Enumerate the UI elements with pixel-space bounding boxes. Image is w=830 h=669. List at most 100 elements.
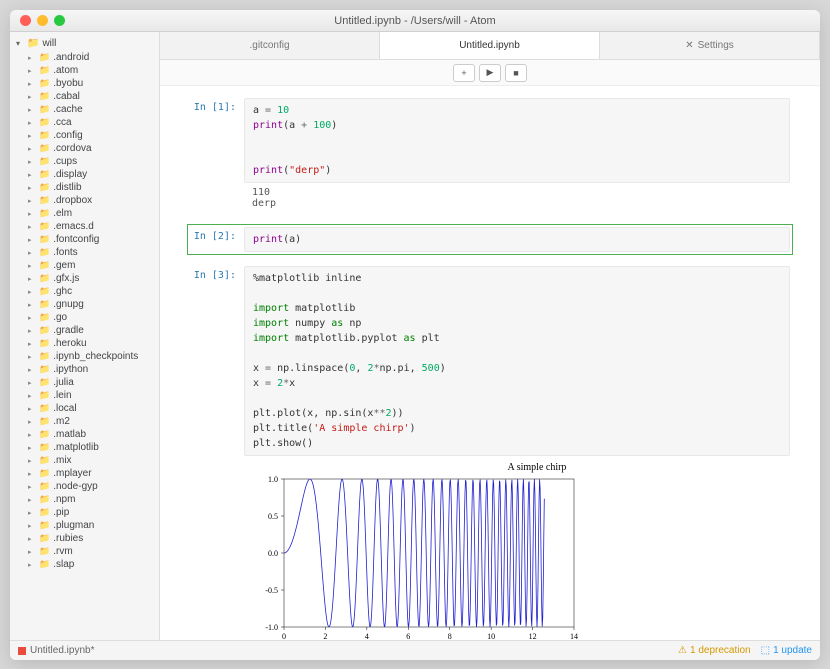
chevron-right-icon: ▸ — [28, 379, 36, 387]
tree-item-label: .elm — [53, 208, 72, 219]
main-pane: .gitconfigUntitled.ipynb✕Settings + ▶ ■ … — [160, 32, 820, 640]
folder-icon: 📁 — [39, 247, 50, 258]
tree-item[interactable]: ▸📁.display — [10, 168, 159, 181]
tree-item[interactable]: ▸📁.gradle — [10, 324, 159, 337]
minimize-window-button[interactable] — [37, 15, 48, 26]
cell-input[interactable]: a = 10 print(a + 100) print("derp") — [244, 98, 790, 183]
tree-item[interactable]: ▸📁.heroku — [10, 337, 159, 350]
tree-item[interactable]: ▸📁.rvm — [10, 545, 159, 558]
tree-item[interactable]: ▸📁.mplayer — [10, 467, 159, 480]
update-badge[interactable]: ⬚ 1 update — [761, 645, 812, 656]
tree-item[interactable]: ▸📁.atom — [10, 64, 159, 77]
folder-icon: 📁 — [39, 78, 50, 89]
folder-icon: 📁 — [39, 546, 50, 557]
tree-item-label: .mix — [53, 455, 71, 466]
tree-item[interactable]: ▸📁.cabal — [10, 90, 159, 103]
folder-icon: 📁 — [39, 195, 50, 206]
svg-text:0: 0 — [282, 632, 286, 640]
svg-text:-0.5: -0.5 — [265, 586, 278, 595]
folder-icon: 📁 — [39, 221, 50, 232]
tree-item[interactable]: ▸📁.fonts — [10, 246, 159, 259]
tree-item[interactable]: ▸📁.julia — [10, 376, 159, 389]
tab[interactable]: .gitconfig — [160, 32, 380, 59]
notebook-area[interactable]: In [1]:a = 10 print(a + 100) print("derp… — [160, 86, 820, 640]
chevron-right-icon: ▸ — [28, 535, 36, 543]
chevron-right-icon: ▸ — [28, 418, 36, 426]
tree-item-label: .android — [53, 52, 89, 63]
deprecation-badge[interactable]: ⚠ 1 deprecation — [678, 645, 751, 656]
tree-item[interactable]: ▸📁.lein — [10, 389, 159, 402]
tab[interactable]: Untitled.ipynb — [380, 32, 600, 59]
svg-text:12: 12 — [529, 632, 537, 640]
tree-item[interactable]: ▸📁.matplotlib — [10, 441, 159, 454]
folder-icon: 📁 — [39, 325, 50, 336]
notebook-cell[interactable]: In [1]:a = 10 print(a + 100) print("derp… — [190, 98, 790, 213]
folder-icon: 📁 — [39, 169, 50, 180]
folder-icon: 📁 — [39, 403, 50, 414]
close-window-button[interactable] — [20, 15, 31, 26]
folder-icon: 📁 — [39, 234, 50, 245]
tree-item[interactable]: ▸📁.byobu — [10, 77, 159, 90]
tree-item-label: .gradle — [53, 325, 84, 336]
maximize-window-button[interactable] — [54, 15, 65, 26]
tree-item[interactable]: ▸📁.elm — [10, 207, 159, 220]
tree-item[interactable]: ▸📁.cordova — [10, 142, 159, 155]
tab[interactable]: ✕Settings — [600, 32, 820, 59]
tree-item[interactable]: ▸📁.cca — [10, 116, 159, 129]
chirp-line — [284, 479, 544, 627]
tree-item-label: .m2 — [53, 416, 70, 427]
tree-item[interactable]: ▸📁.gem — [10, 259, 159, 272]
tree-item[interactable]: ▸📁.m2 — [10, 415, 159, 428]
tree-item[interactable]: ▸📁.matlab — [10, 428, 159, 441]
chevron-right-icon: ▸ — [28, 431, 36, 439]
tree-root[interactable]: ▾ 📁 will — [10, 36, 159, 51]
status-file[interactable]: Untitled.ipynb* — [18, 645, 94, 656]
tree-item[interactable]: ▸📁.emacs.d — [10, 220, 159, 233]
tree-item[interactable]: ▸📁.fontconfig — [10, 233, 159, 246]
add-cell-button[interactable]: + — [453, 64, 475, 82]
notebook-cell[interactable]: In [3]:%matplotlib inline import matplot… — [190, 266, 790, 640]
file-tree-sidebar[interactable]: ▾ 📁 will ▸📁.android▸📁.atom▸📁.byobu▸📁.cab… — [10, 32, 160, 640]
tree-item[interactable]: ▸📁.dropbox — [10, 194, 159, 207]
chevron-right-icon: ▸ — [28, 145, 36, 153]
tree-item[interactable]: ▸📁.pip — [10, 506, 159, 519]
folder-icon: 📁 — [39, 286, 50, 297]
stop-kernel-button[interactable]: ■ — [505, 64, 527, 82]
folder-icon: 📁 — [39, 182, 50, 193]
folder-icon: 📁 — [39, 390, 50, 401]
folder-icon: 📁 — [39, 338, 50, 349]
tree-item[interactable]: ▸📁.cups — [10, 155, 159, 168]
tree-item[interactable]: ▸📁.android — [10, 51, 159, 64]
tree-item[interactable]: ▸📁.slap — [10, 558, 159, 571]
folder-icon: 📁 — [39, 559, 50, 570]
tree-item[interactable]: ▸📁.ghc — [10, 285, 159, 298]
tree-item[interactable]: ▸📁.rubies — [10, 532, 159, 545]
tree-item[interactable]: ▸📁.config — [10, 129, 159, 142]
tree-item[interactable]: ▸📁.ipynb_checkpoints — [10, 350, 159, 363]
tree-item[interactable]: ▸📁.local — [10, 402, 159, 415]
tree-item[interactable]: ▸📁.gfx.js — [10, 272, 159, 285]
notebook-cell[interactable]: In [2]:print(a) — [190, 227, 790, 252]
tree-item[interactable]: ▸📁.mix — [10, 454, 159, 467]
chevron-right-icon: ▸ — [28, 496, 36, 504]
tree-item[interactable]: ▸📁.cache — [10, 103, 159, 116]
cell-input[interactable]: print(a) — [244, 227, 790, 252]
tree-item[interactable]: ▸📁.distlib — [10, 181, 159, 194]
cell-input[interactable]: %matplotlib inline import matplotlib imp… — [244, 266, 790, 456]
chevron-right-icon: ▸ — [28, 119, 36, 127]
chevron-right-icon: ▸ — [28, 548, 36, 556]
folder-icon: 📁 — [39, 377, 50, 388]
run-cell-button[interactable]: ▶ — [479, 64, 501, 82]
tree-item[interactable]: ▸📁.npm — [10, 493, 159, 506]
tree-item[interactable]: ▸📁.gnupg — [10, 298, 159, 311]
tree-item[interactable]: ▸📁.go — [10, 311, 159, 324]
folder-icon: 📁 — [39, 273, 50, 284]
folder-icon: 📁 — [39, 312, 50, 323]
tree-item[interactable]: ▸📁.node-gyp — [10, 480, 159, 493]
tree-item[interactable]: ▸📁.ipython — [10, 363, 159, 376]
folder-icon: 📁 — [39, 416, 50, 427]
tree-item-label: .rvm — [53, 546, 72, 557]
tree-item[interactable]: ▸📁.plugman — [10, 519, 159, 532]
folder-icon: 📁 — [39, 143, 50, 154]
cell-prompt: In [1]: — [190, 98, 244, 213]
